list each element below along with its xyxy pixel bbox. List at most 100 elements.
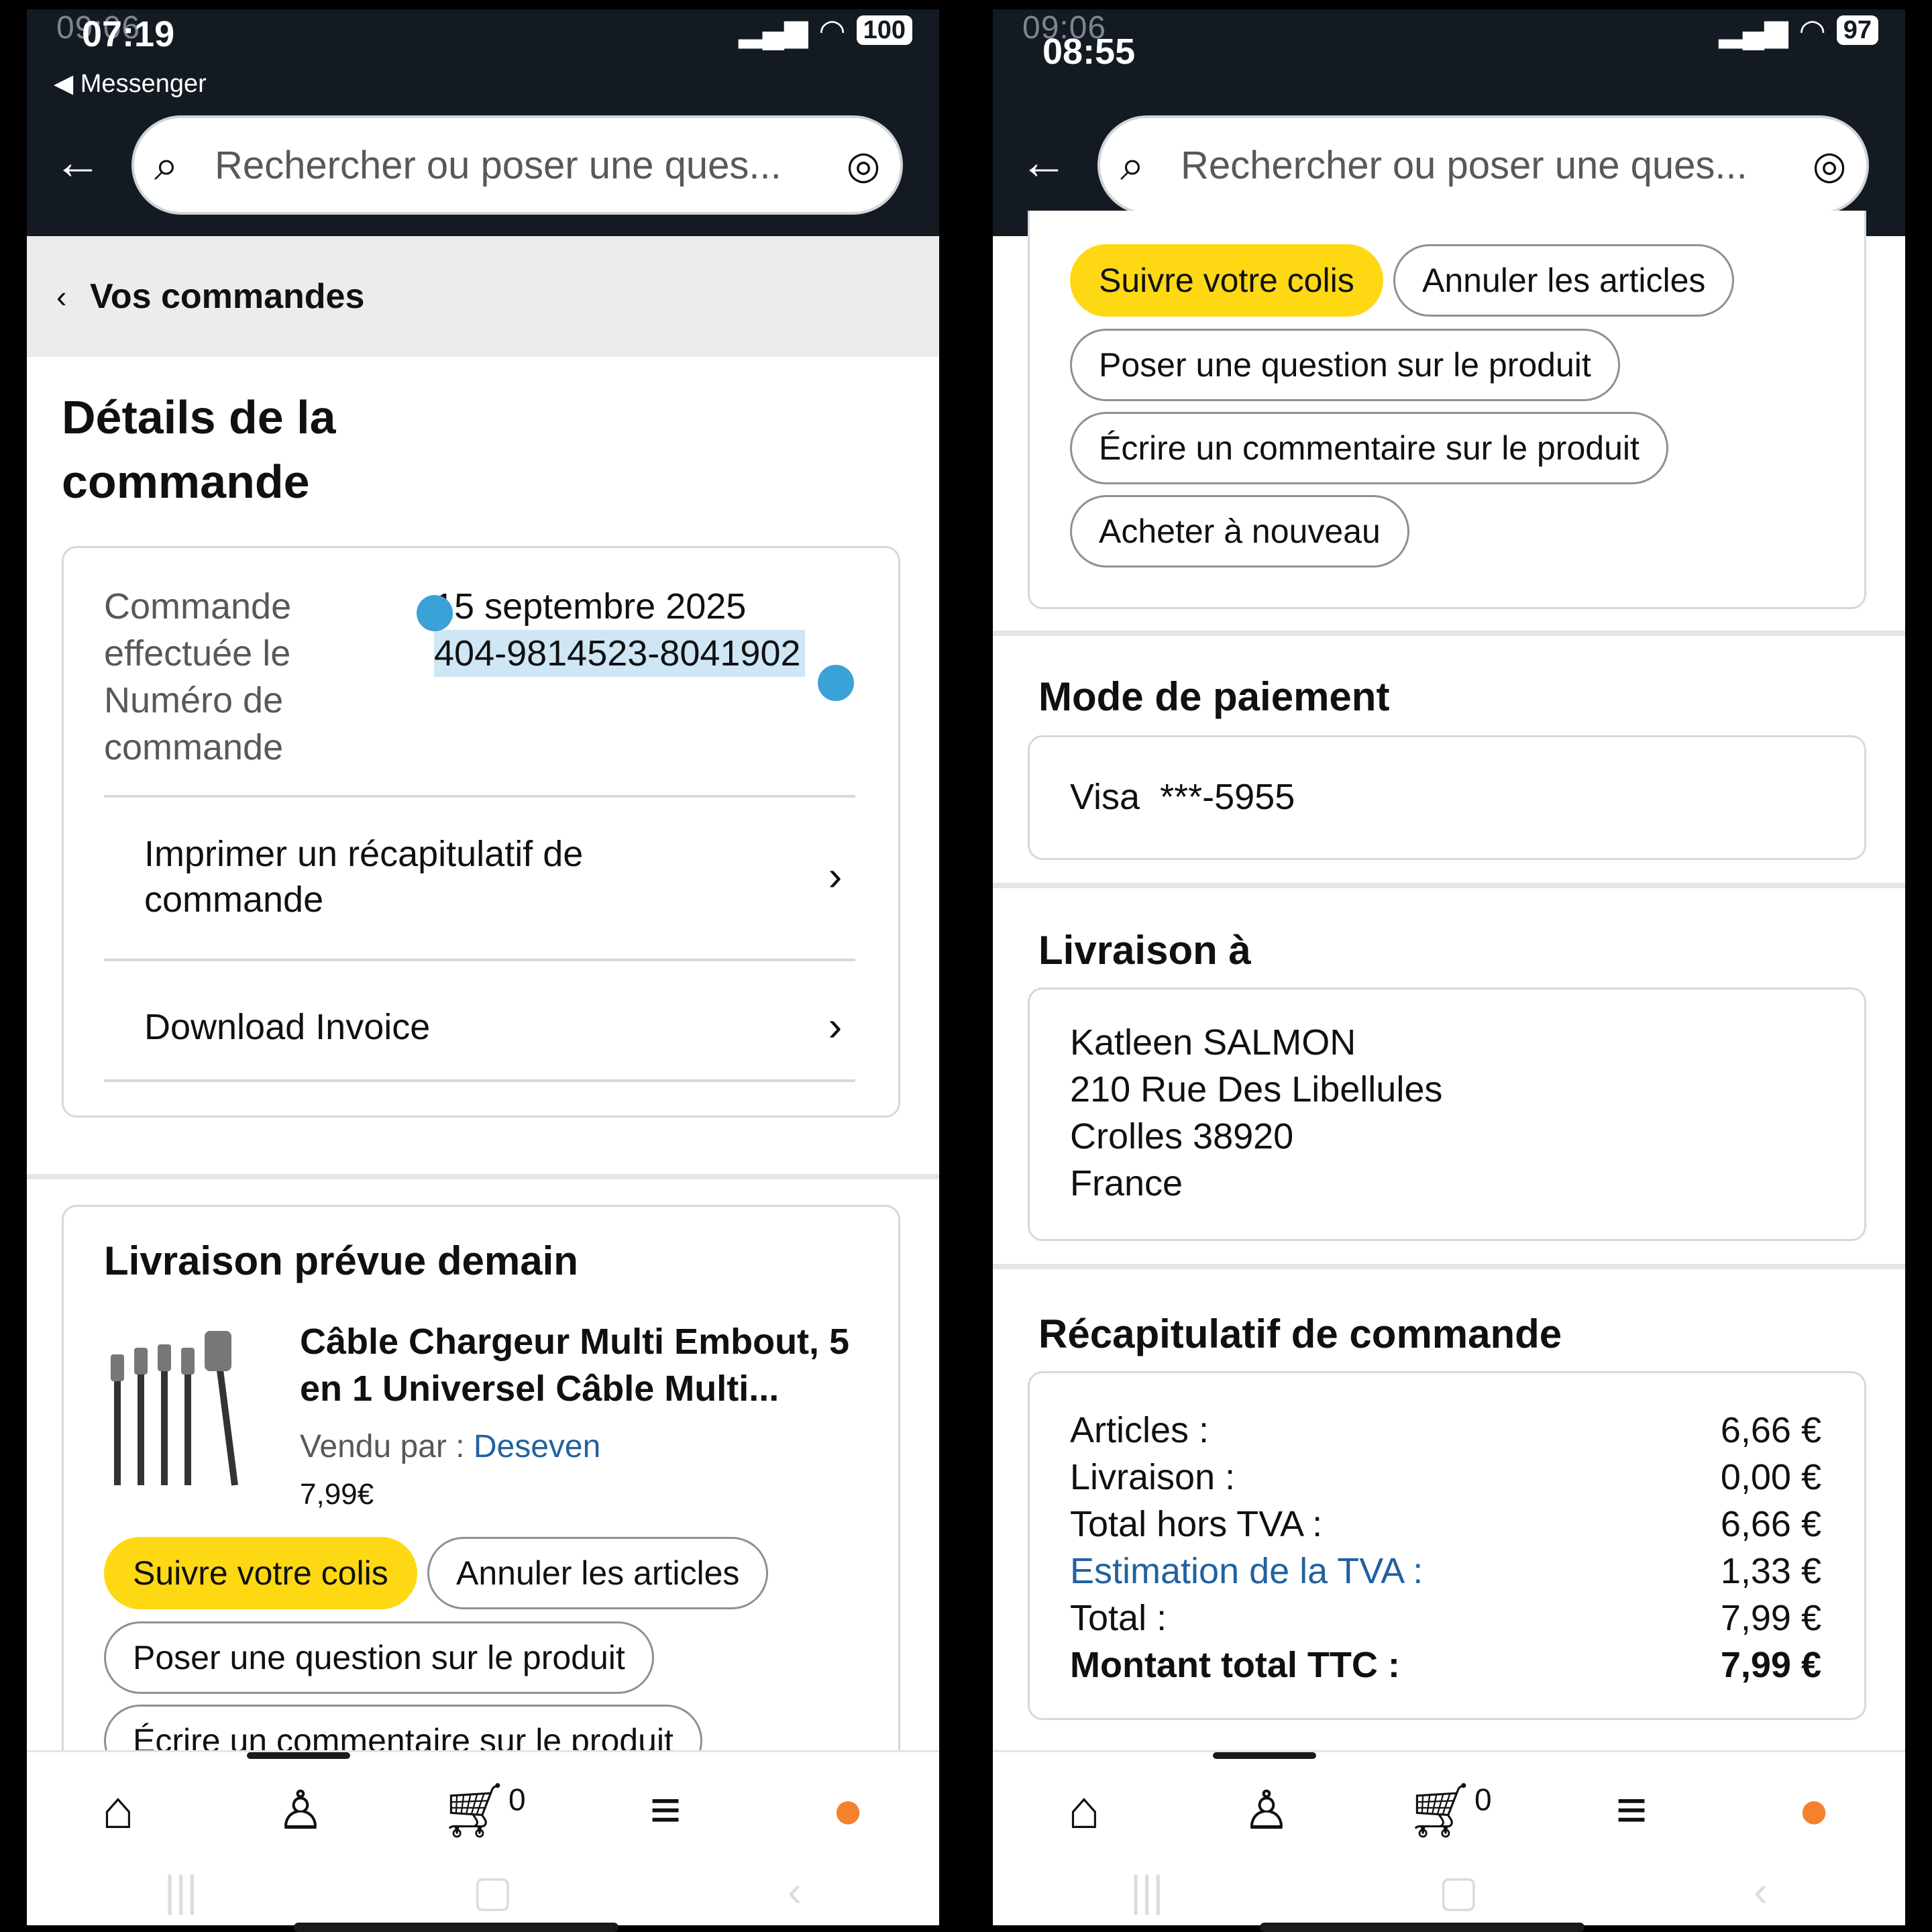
breadcrumb[interactable]: ‹ Vos commandes — [27, 236, 939, 357]
menu-icon[interactable]: ≡ — [619, 1779, 712, 1842]
cancel-items-button[interactable]: Annuler les articles — [1393, 244, 1735, 317]
battery-indicator: 97 — [1836, 15, 1878, 45]
user-icon[interactable]: ♙ — [1220, 1779, 1313, 1842]
status-icons: ▂▄▆ ◠ 97 — [1719, 12, 1878, 48]
wifi-icon: ◠ — [818, 13, 846, 48]
product-title[interactable]: Câble Chargeur Multi Embout, 5 en 1 Univ… — [300, 1318, 857, 1412]
summary-label: Total : — [1070, 1598, 1167, 1638]
cancel-items-button[interactable]: Annuler les articles — [427, 1537, 769, 1609]
arrow-left-icon[interactable]: ← — [1020, 136, 1073, 189]
order-number-value[interactable]: 404-9814523-8041902 — [434, 630, 805, 677]
track-package-button[interactable]: Suivre votre colis — [104, 1537, 417, 1609]
home-indicator[interactable] — [1260, 1923, 1585, 1932]
app-header: 09:06 08:55 ▂▄▆ ◠ 97 ← ⌕ Rechercher ou p… — [993, 9, 1905, 236]
system-home-icon[interactable]: ▢ — [472, 1866, 513, 1917]
country: France — [1070, 1163, 1183, 1203]
sold-by: Vendu par : Deseven — [300, 1428, 600, 1465]
assistant-icon[interactable]: ● — [1767, 1779, 1861, 1842]
system-back-icon[interactable]: ‹ — [788, 1866, 802, 1917]
write-review-button[interactable]: Écrire un commentaire sur le produit — [1070, 412, 1668, 484]
camera-icon[interactable]: ◎ — [826, 142, 900, 188]
page-title: Détails de la commande — [62, 391, 336, 508]
sheet-grabber[interactable] — [1213, 1752, 1316, 1759]
recent-apps-icon[interactable]: ||| — [1130, 1866, 1164, 1917]
search-icon: ⌕ — [154, 140, 178, 189]
summary-row-grand-total: Montant total TTC : 7,99 € — [1070, 1642, 1821, 1688]
search-bar[interactable]: ⌕ Rechercher ou poser une ques... ◎ — [1097, 115, 1869, 215]
signal-icon: ▂▄▆ — [739, 13, 808, 48]
summary-label: Montant total TTC : — [1070, 1645, 1400, 1685]
status-icons: ▂▄▆ ◠ 100 — [739, 12, 912, 48]
summary-label: Total hors TVA : — [1070, 1504, 1323, 1544]
summary-value: 0,00 € — [1720, 1457, 1821, 1497]
sold-by-label: Vendu par — [300, 1429, 447, 1464]
summary-label: Articles : — [1070, 1410, 1210, 1450]
chevron-left-icon: ‹ — [56, 279, 67, 314]
payment-heading: Mode de paiement — [1038, 674, 1390, 719]
payment-method: Visa ***-5955 — [1070, 777, 1295, 817]
summary-row-vat: Estimation de la TVA : 1,33 € — [1070, 1548, 1821, 1595]
home-icon[interactable]: ⌂ — [71, 1779, 165, 1842]
system-nav: ||| ▢ ‹ — [27, 1866, 939, 1917]
shipping-heading: Livraison à — [1038, 928, 1251, 973]
recent-apps-icon[interactable]: ||| — [164, 1866, 198, 1917]
screen: 09:06 07:19 ▂▄▆ ◠ 100 ◀ Messenger ← ⌕ Re… — [27, 9, 939, 1925]
cart-count: 0 — [508, 1782, 526, 1817]
camera-icon[interactable]: ◎ — [1792, 142, 1866, 188]
summary-value: 1,33 € — [1720, 1551, 1821, 1591]
menu-icon[interactable]: ≡ — [1585, 1779, 1678, 1842]
battery-indicator: 100 — [856, 15, 912, 45]
signal-icon: ▂▄▆ — [1719, 13, 1788, 48]
order-number-label: Numéro de commande — [104, 680, 284, 767]
product-actions-card: Suivre votre colis Annuler les articles … — [1028, 211, 1866, 609]
summary-value: 6,66 € — [1720, 1504, 1821, 1544]
buy-again-button[interactable]: Acheter à nouveau — [1070, 495, 1409, 568]
seller-link[interactable]: Deseven — [474, 1429, 600, 1464]
arrow-left-icon[interactable]: ← — [54, 136, 107, 189]
home-indicator[interactable] — [294, 1923, 619, 1932]
assistant-icon[interactable]: ● — [801, 1779, 895, 1842]
payment-card: Visa ***-5955 — [1028, 735, 1866, 860]
ask-question-button[interactable]: Poser une question sur le produit — [1070, 329, 1620, 401]
search-bar[interactable]: ⌕ Rechercher ou poser une ques... ◎ — [131, 115, 903, 215]
order-date-value: 15 septembre 2025 — [434, 586, 747, 627]
product-price: 7,99€ — [300, 1478, 374, 1511]
back-to-app-link[interactable]: ◀ Messenger — [54, 68, 207, 99]
sold-by-separator: : — [446, 1429, 474, 1464]
selection-handle-start[interactable] — [417, 595, 453, 631]
system-back-icon[interactable]: ‹ — [1754, 1866, 1768, 1917]
summary-row-subtotal: Total hors TVA : 6,66 € — [1070, 1501, 1821, 1548]
print-summary-link[interactable]: Imprimer un récapitulatif de commande › — [104, 830, 855, 924]
search-input[interactable]: Rechercher ou poser une ques... — [215, 143, 826, 188]
home-icon[interactable]: ⌂ — [1037, 1779, 1131, 1842]
status-time: 08:55 — [1042, 32, 1136, 72]
recipient-name: Katleen SALMON — [1070, 1022, 1356, 1063]
summary-rows: Articles : 6,66 € Livraison : 0,00 € Tot… — [1070, 1407, 1821, 1688]
vat-estimate-link[interactable]: Estimation de la TVA : — [1070, 1548, 1423, 1595]
cart-icon[interactable]: 🛒︎0 — [436, 1779, 530, 1842]
ask-question-button[interactable]: Poser une question sur le produit — [104, 1621, 654, 1694]
divider — [104, 1079, 855, 1082]
system-home-icon[interactable]: ▢ — [1438, 1866, 1479, 1917]
product-image[interactable] — [104, 1328, 258, 1489]
phone-screenshot-right: 09:06 08:55 ▂▄▆ ◠ 97 ← ⌕ Rechercher ou p… — [966, 0, 1932, 1932]
track-package-button[interactable]: Suivre votre colis — [1070, 244, 1383, 317]
address-block: Katleen SALMON 210 Rue Des Libellules Cr… — [1070, 1019, 1442, 1207]
sheet-grabber[interactable] — [247, 1752, 350, 1759]
search-input[interactable]: Rechercher ou poser une ques... — [1181, 143, 1792, 188]
shipping-address-card: Katleen SALMON 210 Rue Des Libellules Cr… — [1028, 987, 1866, 1241]
search-icon: ⌕ — [1120, 140, 1144, 189]
section-separator — [993, 631, 1905, 636]
user-icon[interactable]: ♙ — [254, 1779, 347, 1842]
bottom-navigation: ⌂ ♙ 🛒︎0 ≡ ● ||| ▢ ‹ — [27, 1750, 939, 1925]
cart-icon[interactable]: 🛒︎0 — [1402, 1779, 1496, 1842]
status-time: 07:19 — [82, 14, 175, 54]
chevron-right-icon: › — [828, 853, 843, 900]
divider — [104, 795, 855, 798]
bottom-navigation: ⌂ ♙ 🛒︎0 ≡ ● ||| ▢ ‹ — [993, 1750, 1905, 1925]
nav-icons: ⌂ ♙ 🛒︎0 ≡ ● — [993, 1779, 1905, 1842]
download-invoice-link[interactable]: Download Invoice › — [104, 991, 855, 1063]
selection-handle-end[interactable] — [818, 665, 854, 701]
summary-value: 7,99 € — [1720, 1598, 1821, 1638]
system-nav: ||| ▢ ‹ — [993, 1866, 1905, 1917]
